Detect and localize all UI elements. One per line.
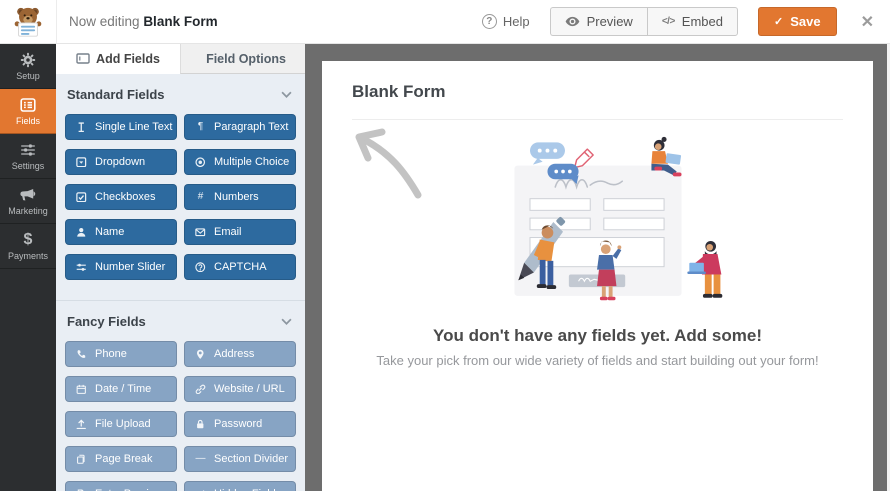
sidebar-item-marketing[interactable]: Marketing xyxy=(0,179,56,224)
field-button-email[interactable]: Email xyxy=(184,219,296,245)
field-button-paragraph-text[interactable]: ¶Paragraph Text xyxy=(184,114,296,140)
form-list-icon xyxy=(20,96,36,113)
question-circle-icon xyxy=(195,262,206,273)
caret-square-icon xyxy=(76,157,87,168)
check-square-icon xyxy=(76,192,87,203)
dollar-icon: $ xyxy=(24,231,33,248)
sliders-vertical-icon xyxy=(20,141,36,158)
preview-button[interactable]: Preview xyxy=(550,7,647,36)
save-label: Save xyxy=(790,14,820,29)
form-preview-card: Blank Form xyxy=(322,61,873,491)
preview-label: Preview xyxy=(587,14,633,29)
upload-icon xyxy=(76,419,87,430)
chevron-down-icon xyxy=(281,91,292,98)
field-button-multiple-choice[interactable]: Multiple Choice xyxy=(184,149,296,175)
help-icon: ? xyxy=(482,14,497,29)
field-button-dropdown[interactable]: Dropdown xyxy=(65,149,177,175)
section-standard-fields: Standard FieldsSingle Line Text ¶Paragrap… xyxy=(56,74,305,286)
sidebar-item-settings[interactable]: Settings xyxy=(0,134,56,179)
now-editing-label: Now editing Blank Form xyxy=(69,14,218,29)
topbar-actions: ? Help Preview </> Embed ✓ Save ✕ xyxy=(482,7,890,36)
calendar-icon xyxy=(76,384,87,395)
hint-arrow-icon xyxy=(346,127,426,204)
map-marker-icon xyxy=(195,349,206,360)
section-fancy-fields: Fancy FieldsPhone Address Date / Time Websi… xyxy=(56,300,305,491)
tab-add-fields[interactable]: Add Fields xyxy=(56,44,180,74)
embed-label: Embed xyxy=(682,14,723,29)
sliders-icon xyxy=(76,262,87,273)
field-button-website-url[interactable]: Website / URL xyxy=(184,376,296,402)
now-editing-prefix: Now editing xyxy=(69,14,140,29)
code-icon: </> xyxy=(662,16,675,27)
tab-field-options[interactable]: Field Options xyxy=(180,44,305,74)
megaphone-icon xyxy=(20,186,36,203)
fields-panel: Add FieldsField Options Standard FieldsS… xyxy=(56,44,305,491)
wpforms-builder: Now editing Blank Form ? Help Preview </… xyxy=(0,0,890,491)
field-button-address[interactable]: Address xyxy=(184,341,296,367)
embed-button[interactable]: </> Embed xyxy=(647,7,738,36)
link-icon xyxy=(195,384,206,395)
field-button-hidden-field[interactable]: Hidden Field xyxy=(184,481,296,491)
form-name: Blank Form xyxy=(143,14,217,29)
sidebar-item-fields[interactable]: Fields xyxy=(0,89,56,134)
user-icon xyxy=(76,227,87,238)
save-button[interactable]: ✓ Save xyxy=(758,7,837,36)
empty-state-illustration xyxy=(462,128,734,316)
fields-panel-tabs: Add FieldsField Options xyxy=(56,44,305,74)
section-header-standard-fields[interactable]: Standard Fields xyxy=(56,74,305,112)
field-button-number-slider[interactable]: Number Slider xyxy=(65,254,177,280)
field-button-password[interactable]: Password xyxy=(184,411,296,437)
sidebar-item-payments[interactable]: $Payments xyxy=(0,224,56,269)
form-title: Blank Form xyxy=(352,82,843,102)
page-break-icon xyxy=(76,454,87,465)
topbar: Now editing Blank Form ? Help Preview </… xyxy=(0,0,890,44)
input-box-icon xyxy=(76,53,90,64)
fields-sections: Standard FieldsSingle Line Text ¶Paragrap… xyxy=(56,74,305,491)
pilcrow-icon: ¶ xyxy=(195,122,206,132)
builder-body: SetupFieldsSettingsMarketing$Payments Ad… xyxy=(0,44,890,491)
check-icon: ✓ xyxy=(774,15,783,28)
text-cursor-icon xyxy=(76,122,87,133)
hash-icon: # xyxy=(195,192,206,202)
preview-embed-group: Preview </> Embed xyxy=(550,7,738,36)
minus-icon: — xyxy=(195,454,206,464)
lock-icon xyxy=(195,419,206,430)
chevron-down-icon xyxy=(281,318,292,325)
field-button-entry-preview[interactable]: Entry Preview xyxy=(65,481,177,491)
section-header-fancy-fields[interactable]: Fancy Fields xyxy=(56,301,305,339)
field-button-numbers[interactable]: #Numbers xyxy=(184,184,296,210)
field-button-page-break[interactable]: Page Break xyxy=(65,446,177,472)
envelope-icon xyxy=(195,227,206,238)
field-button-date-time[interactable]: Date / Time xyxy=(65,376,177,402)
field-button-name[interactable]: Name xyxy=(65,219,177,245)
form-canvas[interactable]: Blank Form xyxy=(305,44,890,491)
radio-icon xyxy=(195,157,206,168)
eye-icon xyxy=(565,16,580,27)
empty-state-heading: You don't have any fields yet. Add some! xyxy=(322,326,873,346)
help-button[interactable]: ? Help xyxy=(482,14,530,29)
field-button-checkboxes[interactable]: Checkboxes xyxy=(65,184,177,210)
field-button-single-line-text[interactable]: Single Line Text xyxy=(65,114,177,140)
help-label: Help xyxy=(503,14,530,29)
field-button-phone[interactable]: Phone xyxy=(65,341,177,367)
empty-state-subtext: Take your pick from our wide variety of … xyxy=(322,353,873,368)
form-card-header: Blank Form xyxy=(322,61,873,102)
builder-sidebar: SetupFieldsSettingsMarketing$Payments xyxy=(0,44,56,491)
sidebar-item-setup[interactable]: Setup xyxy=(0,44,56,89)
wpforms-bear-icon xyxy=(12,5,44,39)
wpforms-logo xyxy=(0,0,57,43)
field-button-section-divider[interactable]: —Section Divider xyxy=(184,446,296,472)
field-button-file-upload[interactable]: File Upload xyxy=(65,411,177,437)
close-icon[interactable]: ✕ xyxy=(861,12,874,32)
gear-icon xyxy=(20,51,36,68)
phone-icon xyxy=(76,349,87,360)
field-button-captcha[interactable]: CAPTCHA xyxy=(184,254,296,280)
